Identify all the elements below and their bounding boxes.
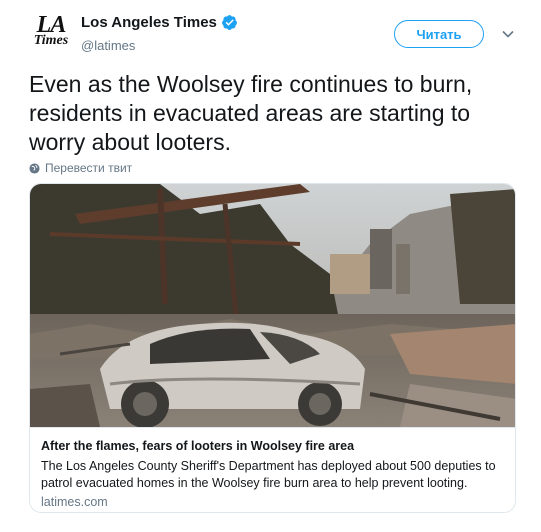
globe-icon: [29, 162, 40, 174]
user-handle[interactable]: @latimes: [81, 38, 135, 53]
card-description: The Los Angeles County Sheriff's Departm…: [41, 459, 496, 490]
link-card[interactable]: After the flames, fears of looters in Wo…: [29, 183, 516, 513]
card-domain: latimes.com: [41, 495, 108, 509]
profile-avatar-logo[interactable]: LA Times: [31, 13, 71, 53]
tweet-text: Even as the Woolsey fire continues to bu…: [29, 71, 473, 155]
chevron-down-icon[interactable]: [501, 27, 515, 41]
card-body: After the flames, fears of looters in Wo…: [30, 427, 515, 509]
name-row: Los Angeles Times: [81, 14, 238, 31]
card-title[interactable]: After the flames, fears of looters in Wo…: [41, 439, 506, 453]
translate-tweet-link[interactable]: Перевести твит: [29, 161, 132, 175]
display-name[interactable]: Los Angeles Times: [81, 14, 217, 31]
card-image-burned-car: [30, 184, 515, 427]
verified-badge-icon: [221, 15, 237, 30]
follow-button[interactable]: Читать: [394, 20, 484, 48]
logo-text-times: Times: [33, 33, 69, 48]
tweet-header: LA Times Los Angeles Times @latimes Чита…: [0, 0, 541, 62]
translate-label: Перевести твит: [45, 161, 133, 175]
